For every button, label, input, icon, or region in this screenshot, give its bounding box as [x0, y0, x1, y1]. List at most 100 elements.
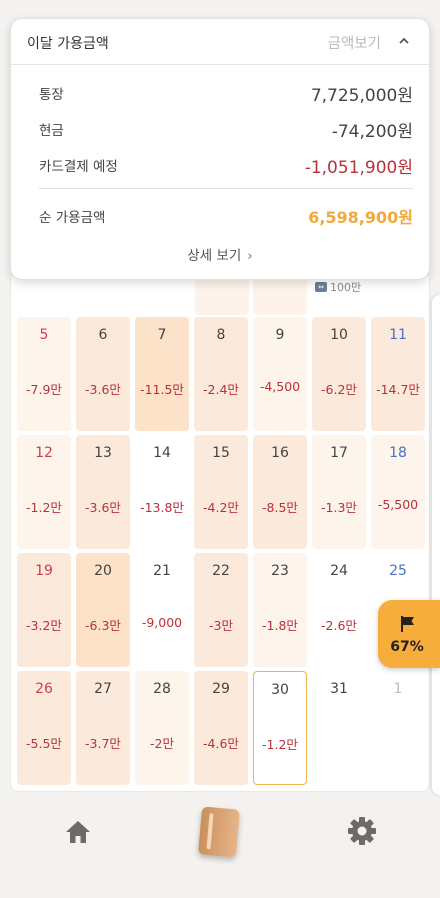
day-amount: -1.2만: [26, 500, 62, 515]
calendar-day-cell[interactable]: 31: [312, 671, 366, 785]
day-amount: -3.7만: [85, 736, 121, 751]
row-label: 카드결제 예정: [39, 159, 118, 175]
calendar-day-cell[interactable]: 28 -2만: [135, 671, 189, 785]
row-label: 통장: [39, 87, 64, 103]
day-number: 28: [153, 681, 171, 697]
calendar-day-cell[interactable]: 1: [371, 671, 425, 785]
day-amount: -1.8만: [262, 618, 298, 633]
day-amount: -6.3만: [85, 618, 121, 633]
day-number: 20: [94, 563, 112, 579]
row-label: 현금: [39, 123, 64, 139]
book-icon[interactable]: [197, 806, 241, 858]
day-amount: -4,500: [259, 379, 301, 394]
summary-row-bank: 통장 7,725,000원: [39, 81, 413, 106]
day-number: 11: [389, 327, 407, 343]
day-number: 10: [330, 327, 348, 343]
day-number: 9: [275, 327, 285, 343]
day-amount: -13.8만: [140, 500, 184, 515]
net-label: 순 가용금액: [39, 210, 106, 226]
calendar-day-cell[interactable]: 29 -4.6만: [194, 671, 248, 785]
day-amount: -9,000: [141, 615, 183, 630]
calendar-day-cell[interactable]: 10 -6.2만: [312, 317, 366, 431]
summary-row-card: 카드결제 예정 -1,051,900원: [39, 153, 413, 178]
day-number: 16: [271, 445, 289, 461]
day-number: 27: [94, 681, 112, 697]
goal-progress-button[interactable]: 67%: [378, 600, 440, 668]
calendar-day-cell[interactable]: 8 -2.4만: [194, 317, 248, 431]
chevron-up-icon[interactable]: [397, 34, 411, 48]
day-amount: -3.2만: [26, 618, 62, 633]
card-title: 이달 가용금액: [27, 36, 109, 52]
home-icon[interactable]: [64, 818, 92, 846]
show-amount-toggle[interactable]: 금액보기: [328, 32, 381, 53]
day-amount: -4.6만: [203, 736, 239, 751]
day-number: 6: [98, 327, 108, 343]
gear-icon[interactable]: [346, 815, 378, 847]
calendar-day-cell[interactable]: 6 -3.6만: [76, 317, 130, 431]
day-number: 7: [157, 327, 167, 343]
calendar-day-cell[interactable]: 18 -5,500: [371, 435, 425, 549]
calendar-day-cell[interactable]: 13 -3.6만: [76, 435, 130, 549]
day-number: 23: [271, 563, 289, 579]
available-amount-card: 이달 가용금액 금액보기 통장 7,725,000원 현금 -74,200원 카…: [10, 18, 430, 280]
chevron-right-icon: ›: [247, 248, 253, 264]
day-number: 14: [153, 445, 171, 461]
calendar-day-cell[interactable]: 12 -1.2만: [17, 435, 71, 549]
calendar-day-cell[interactable]: 15 -4.2만: [194, 435, 248, 549]
day-amount: -3.6만: [85, 500, 121, 515]
day-number: 29: [212, 681, 230, 697]
calendar-day-cell[interactable]: 27 -3.7만: [76, 671, 130, 785]
day-amount: -5.5만: [26, 736, 62, 751]
day-number: 19: [35, 563, 53, 579]
day-number: 8: [216, 327, 226, 343]
day-number: 18: [389, 445, 407, 461]
day-amount: -7.9만: [26, 382, 62, 397]
summary-row-cash: 현금 -74,200원: [39, 117, 413, 142]
calendar-day-cell[interactable]: 26 -5.5만: [17, 671, 71, 785]
day-amount: -14.7만: [376, 382, 420, 397]
calendar-day-cell[interactable]: 11 -14.7만: [371, 317, 425, 431]
calendar-day-cell[interactable]: 5 -7.9만: [17, 317, 71, 431]
day-number: 31: [330, 681, 348, 697]
calendar-day-cell[interactable]: 20 -6.3만: [76, 553, 130, 667]
calendar-day-cell[interactable]: 17 -1.3만: [312, 435, 366, 549]
row-value: -74,200원: [331, 122, 413, 142]
view-details-link[interactable]: 상세 보기 ›: [11, 244, 429, 264]
calendar-day-cell[interactable]: 23 -1.8만: [253, 553, 307, 667]
calendar-day-cell[interactable]: 9 -4,500: [253, 317, 307, 431]
card-header[interactable]: 이달 가용금액 금액보기: [11, 19, 429, 65]
flag-icon: [401, 616, 414, 632]
calendar-day-cell[interactable]: 21 -9,000: [135, 553, 189, 667]
badge-label: 100만: [330, 281, 362, 294]
calendar: ⇔ 100만 5 -7.9만 6 -3.6만 7 -11.5만 8 -2.4만 9 -4,500 1…: [10, 270, 430, 792]
day-amount: -2만: [150, 736, 174, 751]
side-panel-edge[interactable]: [432, 295, 440, 795]
net-value: 6,598,900원: [308, 208, 413, 227]
calendar-day-cell[interactable]: 14 -13.8만: [135, 435, 189, 549]
divider: [39, 188, 413, 189]
calendar-day-cell[interactable]: 30 -1.2만: [253, 671, 307, 785]
day-number: 12: [35, 445, 53, 461]
day-amount: -5,500: [377, 497, 419, 512]
day-amount: -2.4만: [203, 382, 239, 397]
day-number: 26: [35, 681, 53, 697]
row-value: -1,051,900원: [304, 158, 413, 178]
day-amount: -6.2만: [321, 382, 357, 397]
day-amount: -11.5만: [140, 382, 184, 397]
calendar-day-cell[interactable]: 24 -2.6만: [312, 553, 366, 667]
calendar-day-cell[interactable]: 7 -11.5만: [135, 317, 189, 431]
day-number: 13: [94, 445, 112, 461]
day-number: 5: [39, 327, 49, 343]
badge: ⇔ 100만: [315, 279, 361, 295]
row-value: 7,725,000원: [310, 86, 413, 106]
calendar-day-cell[interactable]: 16 -8.5만: [253, 435, 307, 549]
bottom-nav: [0, 800, 440, 898]
calendar-day-cell[interactable]: 19 -3.2만: [17, 553, 71, 667]
day-amount: -1.2만: [262, 737, 298, 752]
day-number: 21: [153, 563, 171, 579]
day-amount: -8.5만: [262, 500, 298, 515]
day-number: 15: [212, 445, 230, 461]
day-number: 1: [393, 681, 403, 697]
calendar-day-cell[interactable]: 22 -3만: [194, 553, 248, 667]
summary-row-net: 순 가용금액 6,598,900원: [39, 204, 413, 228]
